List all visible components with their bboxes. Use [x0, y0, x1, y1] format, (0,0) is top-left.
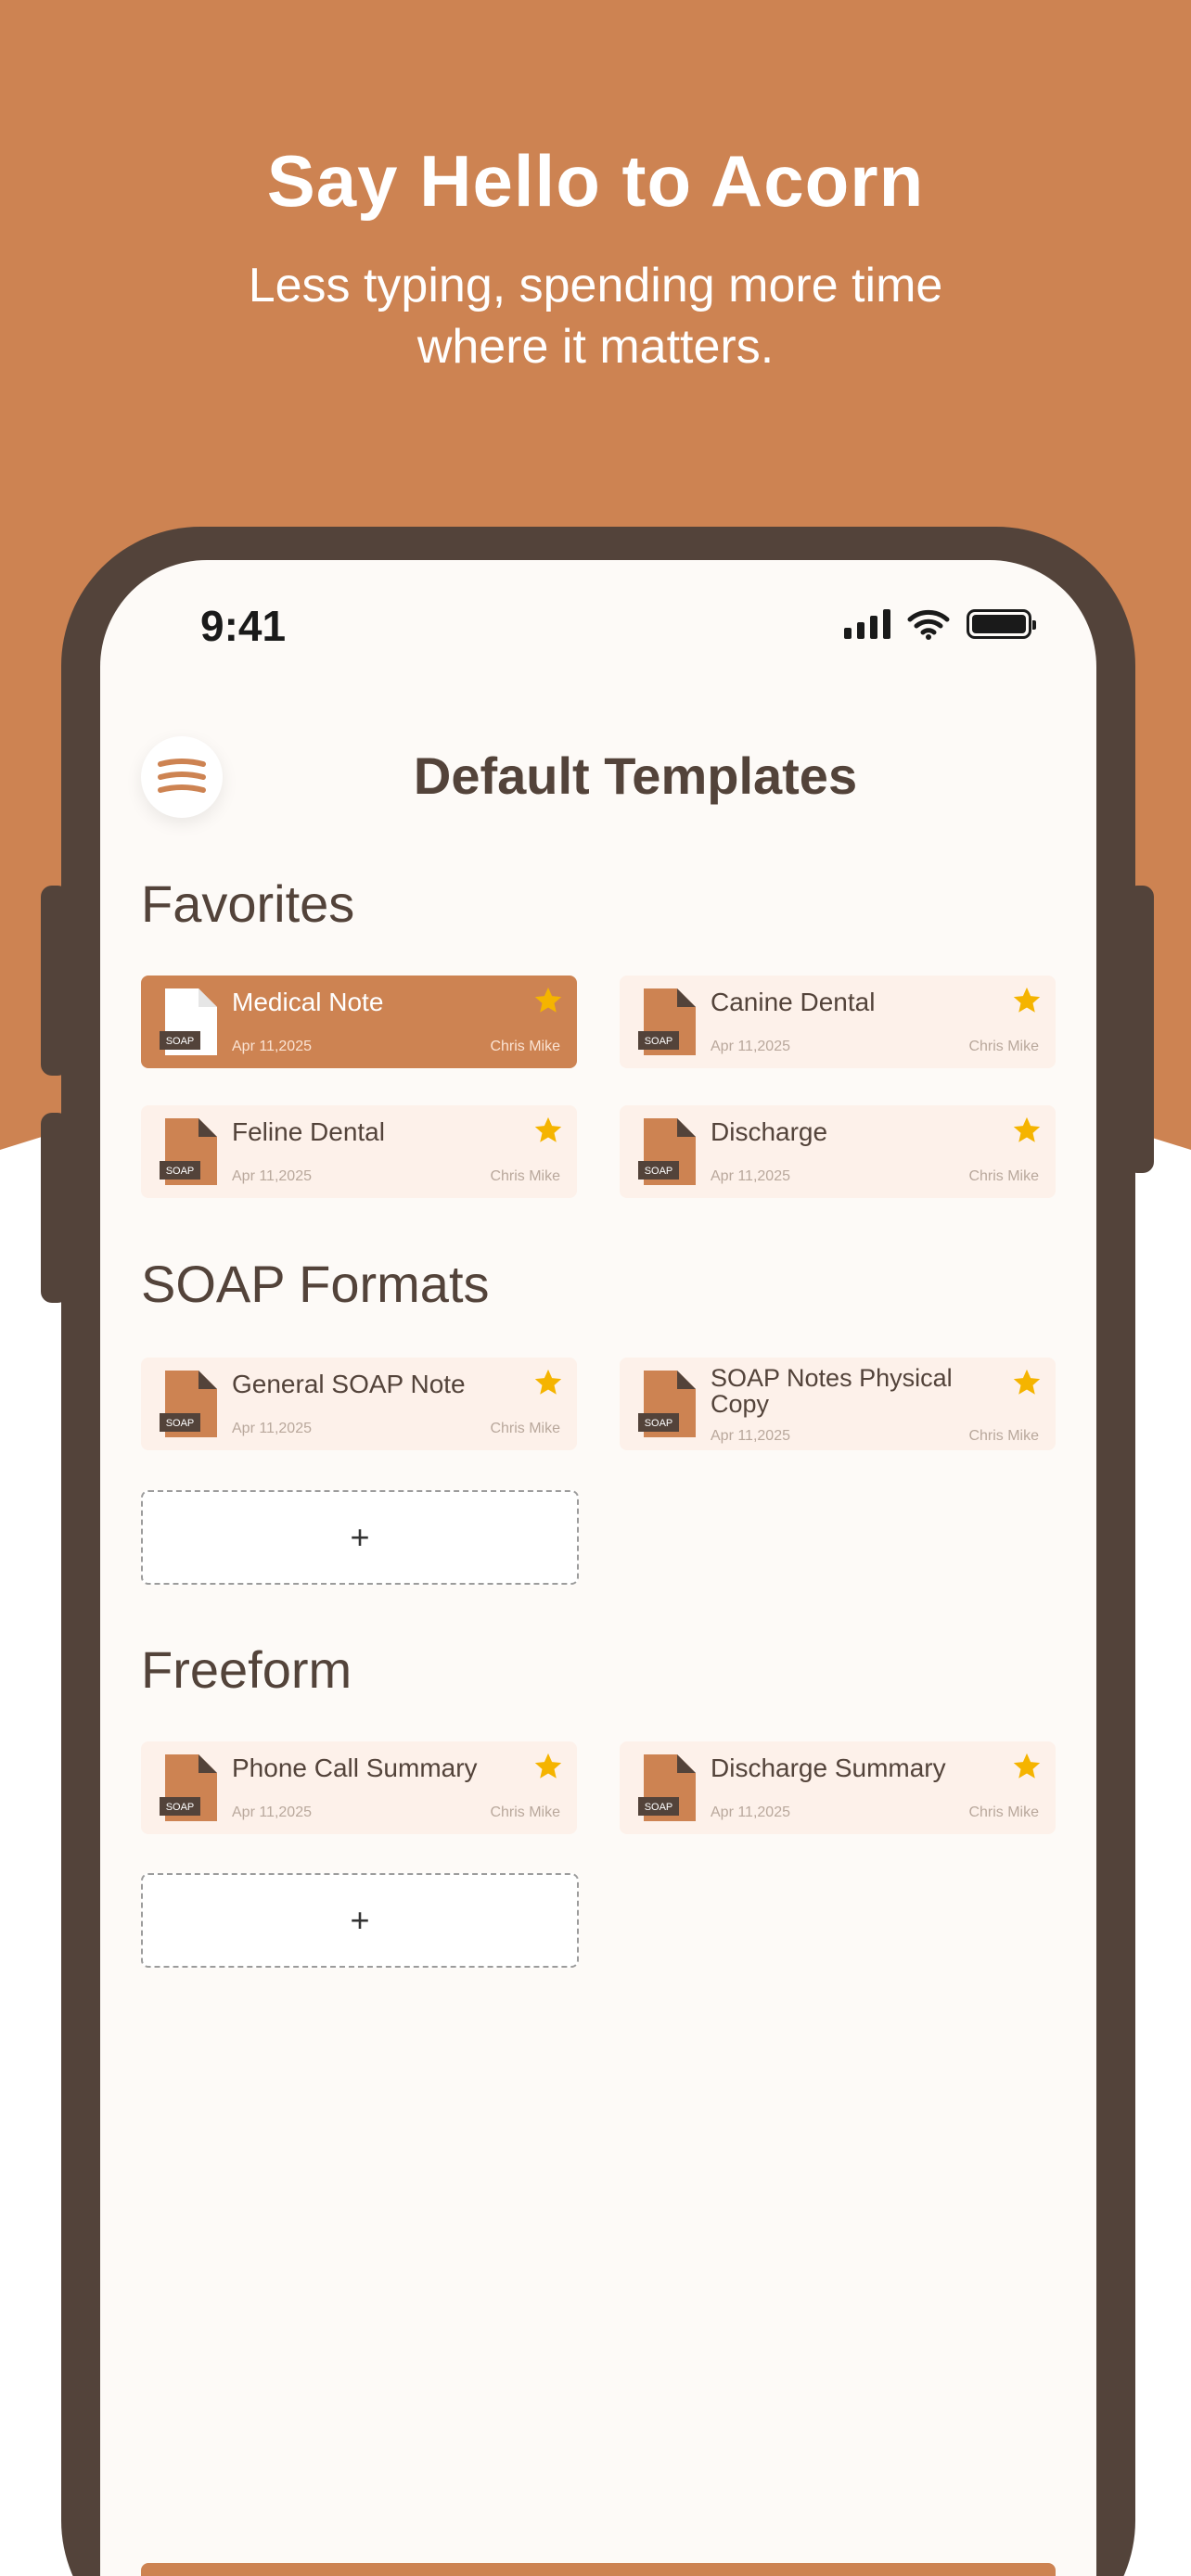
hero-title: Say Hello to Acorn — [266, 140, 925, 222]
card-date: Apr 11,2025 — [711, 1804, 790, 1820]
card-author: Chris Mike — [968, 1804, 1039, 1820]
bottom-action-button[interactable] — [141, 2563, 1056, 2576]
soap-file-icon: SOAP — [638, 988, 696, 1055]
card-name: Phone Call Summary — [232, 1753, 478, 1782]
card-date: Apr 11,2025 — [711, 1168, 790, 1184]
template-card[interactable]: SOAP Discharge Apr 11,2025 Chris Mike — [620, 1105, 1056, 1198]
wifi-icon — [907, 609, 950, 640]
template-card[interactable]: SOAP Feline Dental Apr 11,2025 Chris Mik… — [141, 1105, 577, 1198]
file-badge: SOAP — [166, 1802, 195, 1813]
phone-screen: 9:41 Default Templates Favorites SOAP Me… — [100, 560, 1096, 2576]
card-author: Chris Mike — [968, 1168, 1039, 1184]
file-badge: SOAP — [166, 1166, 195, 1177]
section-title-favorites: Favorites — [141, 874, 355, 933]
template-card[interactable]: SOAP SOAP Notes Physical Copy Apr 11,202… — [620, 1358, 1056, 1450]
file-badge: SOAP — [645, 1166, 673, 1177]
soap-file-icon: SOAP — [160, 1118, 217, 1185]
template-card[interactable]: SOAP Phone Call Summary Apr 11,2025 Chri… — [141, 1741, 577, 1834]
card-author: Chris Mike — [490, 1421, 560, 1436]
card-date: Apr 11,2025 — [711, 1428, 790, 1444]
hero-subtitle: Less typing, spending more time where it… — [248, 259, 943, 374]
template-card[interactable]: SOAP Canine Dental Apr 11,2025 Chris Mik… — [620, 976, 1056, 1068]
card-name: SOAP Notes Physical Copy — [711, 1364, 953, 1418]
card-date: Apr 11,2025 — [232, 1039, 312, 1054]
star-icon[interactable] — [1011, 1367, 1043, 1398]
soap-file-icon: SOAP — [638, 1118, 696, 1185]
soap-file-icon: SOAP — [638, 1371, 696, 1437]
status-time: 9:41 — [200, 602, 287, 650]
file-badge: SOAP — [645, 1036, 673, 1047]
template-card[interactable]: SOAP Medical Note Apr 11,2025 Chris Mike — [141, 976, 577, 1068]
card-name: Feline Dental — [232, 1117, 385, 1146]
file-badge: SOAP — [166, 1036, 195, 1047]
file-badge: SOAP — [166, 1418, 195, 1429]
card-date: Apr 11,2025 — [232, 1168, 312, 1184]
card-date: Apr 11,2025 — [232, 1804, 312, 1820]
section-title-soap-formats: SOAP Formats — [141, 1255, 490, 1313]
card-date: Apr 11,2025 — [711, 1039, 790, 1054]
star-icon[interactable] — [532, 985, 564, 1016]
star-icon[interactable] — [532, 1367, 564, 1398]
template-card[interactable]: SOAP Discharge Summary Apr 11,2025 Chris… — [620, 1741, 1056, 1834]
star-icon[interactable] — [1011, 1751, 1043, 1782]
card-author: Chris Mike — [968, 1039, 1039, 1054]
signal-icon — [844, 609, 890, 639]
card-author: Chris Mike — [490, 1804, 560, 1820]
card-name: Medical Note — [232, 988, 384, 1016]
add-template-button[interactable]: + — [141, 1873, 579, 1968]
card-date: Apr 11,2025 — [232, 1421, 312, 1436]
card-name: Discharge Summary — [711, 1753, 946, 1782]
star-icon[interactable] — [1011, 1115, 1043, 1146]
card-author: Chris Mike — [968, 1428, 1039, 1444]
add-template-button[interactable]: + — [141, 1490, 579, 1585]
card-author: Chris Mike — [490, 1168, 560, 1184]
star-icon[interactable] — [1011, 985, 1043, 1016]
file-badge: SOAP — [645, 1802, 673, 1813]
page-title: Default Templates — [413, 746, 858, 805]
soap-file-icon: SOAP — [160, 1371, 217, 1437]
star-icon[interactable] — [532, 1115, 564, 1146]
soap-file-icon: SOAP — [160, 1754, 217, 1821]
file-badge: SOAP — [645, 1418, 673, 1429]
card-author: Chris Mike — [490, 1039, 560, 1054]
soap-file-icon: SOAP — [160, 988, 217, 1055]
template-card[interactable]: SOAP General SOAP Note Apr 11,2025 Chris… — [141, 1358, 577, 1450]
card-name: Canine Dental — [711, 988, 876, 1016]
status-icons — [844, 608, 1036, 640]
section-title-freeform: Freeform — [141, 1640, 352, 1699]
battery-icon — [967, 609, 1036, 639]
card-name: General SOAP Note — [232, 1370, 466, 1398]
card-name: Discharge — [711, 1117, 828, 1146]
star-icon[interactable] — [532, 1751, 564, 1782]
soap-file-icon: SOAP — [638, 1754, 696, 1821]
